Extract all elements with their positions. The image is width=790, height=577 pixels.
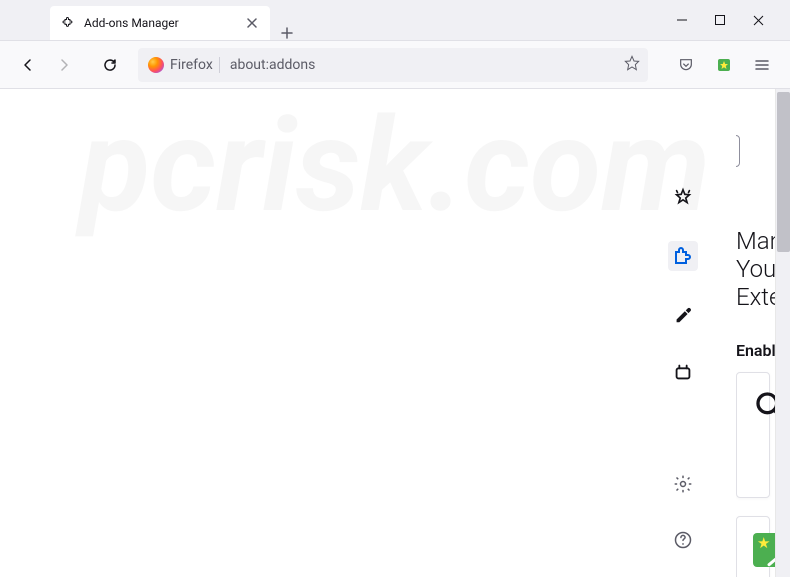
back-button[interactable] <box>12 49 44 81</box>
themes-category[interactable] <box>668 299 698 329</box>
search-icon <box>753 389 775 423</box>
minimize-button[interactable] <box>672 10 692 30</box>
url-text: about:addons <box>230 57 614 73</box>
window-controls <box>672 10 790 30</box>
pocket-button[interactable] <box>670 49 702 81</box>
window-titlebar: Add-ons Manager <box>0 0 790 41</box>
settings-button[interactable] <box>668 469 698 499</box>
browser-tab[interactable]: Add-ons Manager <box>50 6 270 40</box>
app-menu-button[interactable] <box>746 49 778 81</box>
extensions-category[interactable] <box>668 241 698 271</box>
identity-label: Firefox <box>170 57 213 73</box>
main-content: Find more add-ons Search addons.mozilla.… <box>736 89 775 577</box>
tab-title: Add-ons Manager <box>84 16 179 30</box>
new-tab-button[interactable] <box>280 26 294 40</box>
addon-card[interactable]: Template Search This add-on requests per… <box>736 516 770 577</box>
category-sidebar <box>631 89 736 577</box>
page-title: Manage Your Extensions <box>736 227 775 311</box>
puzzle-icon <box>62 15 76 32</box>
close-tab-button[interactable] <box>246 17 258 29</box>
recommendations-category[interactable] <box>668 183 698 213</box>
maximize-button[interactable] <box>710 10 730 30</box>
extension-button[interactable] <box>708 49 740 81</box>
scrollbar-thumb[interactable] <box>777 92 790 252</box>
addon-card[interactable]: Freshy Newtab and Search This add-on req… <box>736 372 770 498</box>
firefox-icon <box>148 57 164 73</box>
close-window-button[interactable] <box>748 10 768 30</box>
watermark-text: pcrisk.com <box>80 89 711 577</box>
plugins-category[interactable] <box>668 357 698 387</box>
url-bar[interactable]: Firefox about:addons <box>138 48 648 82</box>
reload-button[interactable] <box>94 49 126 81</box>
addon-search-input[interactable]: Search addons.mozilla.org <box>736 135 740 167</box>
enabled-section-label: Enabled <box>736 319 750 372</box>
help-button[interactable] <box>668 525 698 555</box>
navigation-toolbar: Firefox about:addons <box>0 41 790 89</box>
forward-button[interactable] <box>48 49 80 81</box>
identity-box[interactable]: Firefox <box>146 57 220 73</box>
scrollbar[interactable] <box>775 89 790 577</box>
template-search-icon <box>753 533 775 567</box>
tab-bar: Add-ons Manager <box>0 0 294 40</box>
bookmark-star-icon[interactable] <box>624 55 640 75</box>
